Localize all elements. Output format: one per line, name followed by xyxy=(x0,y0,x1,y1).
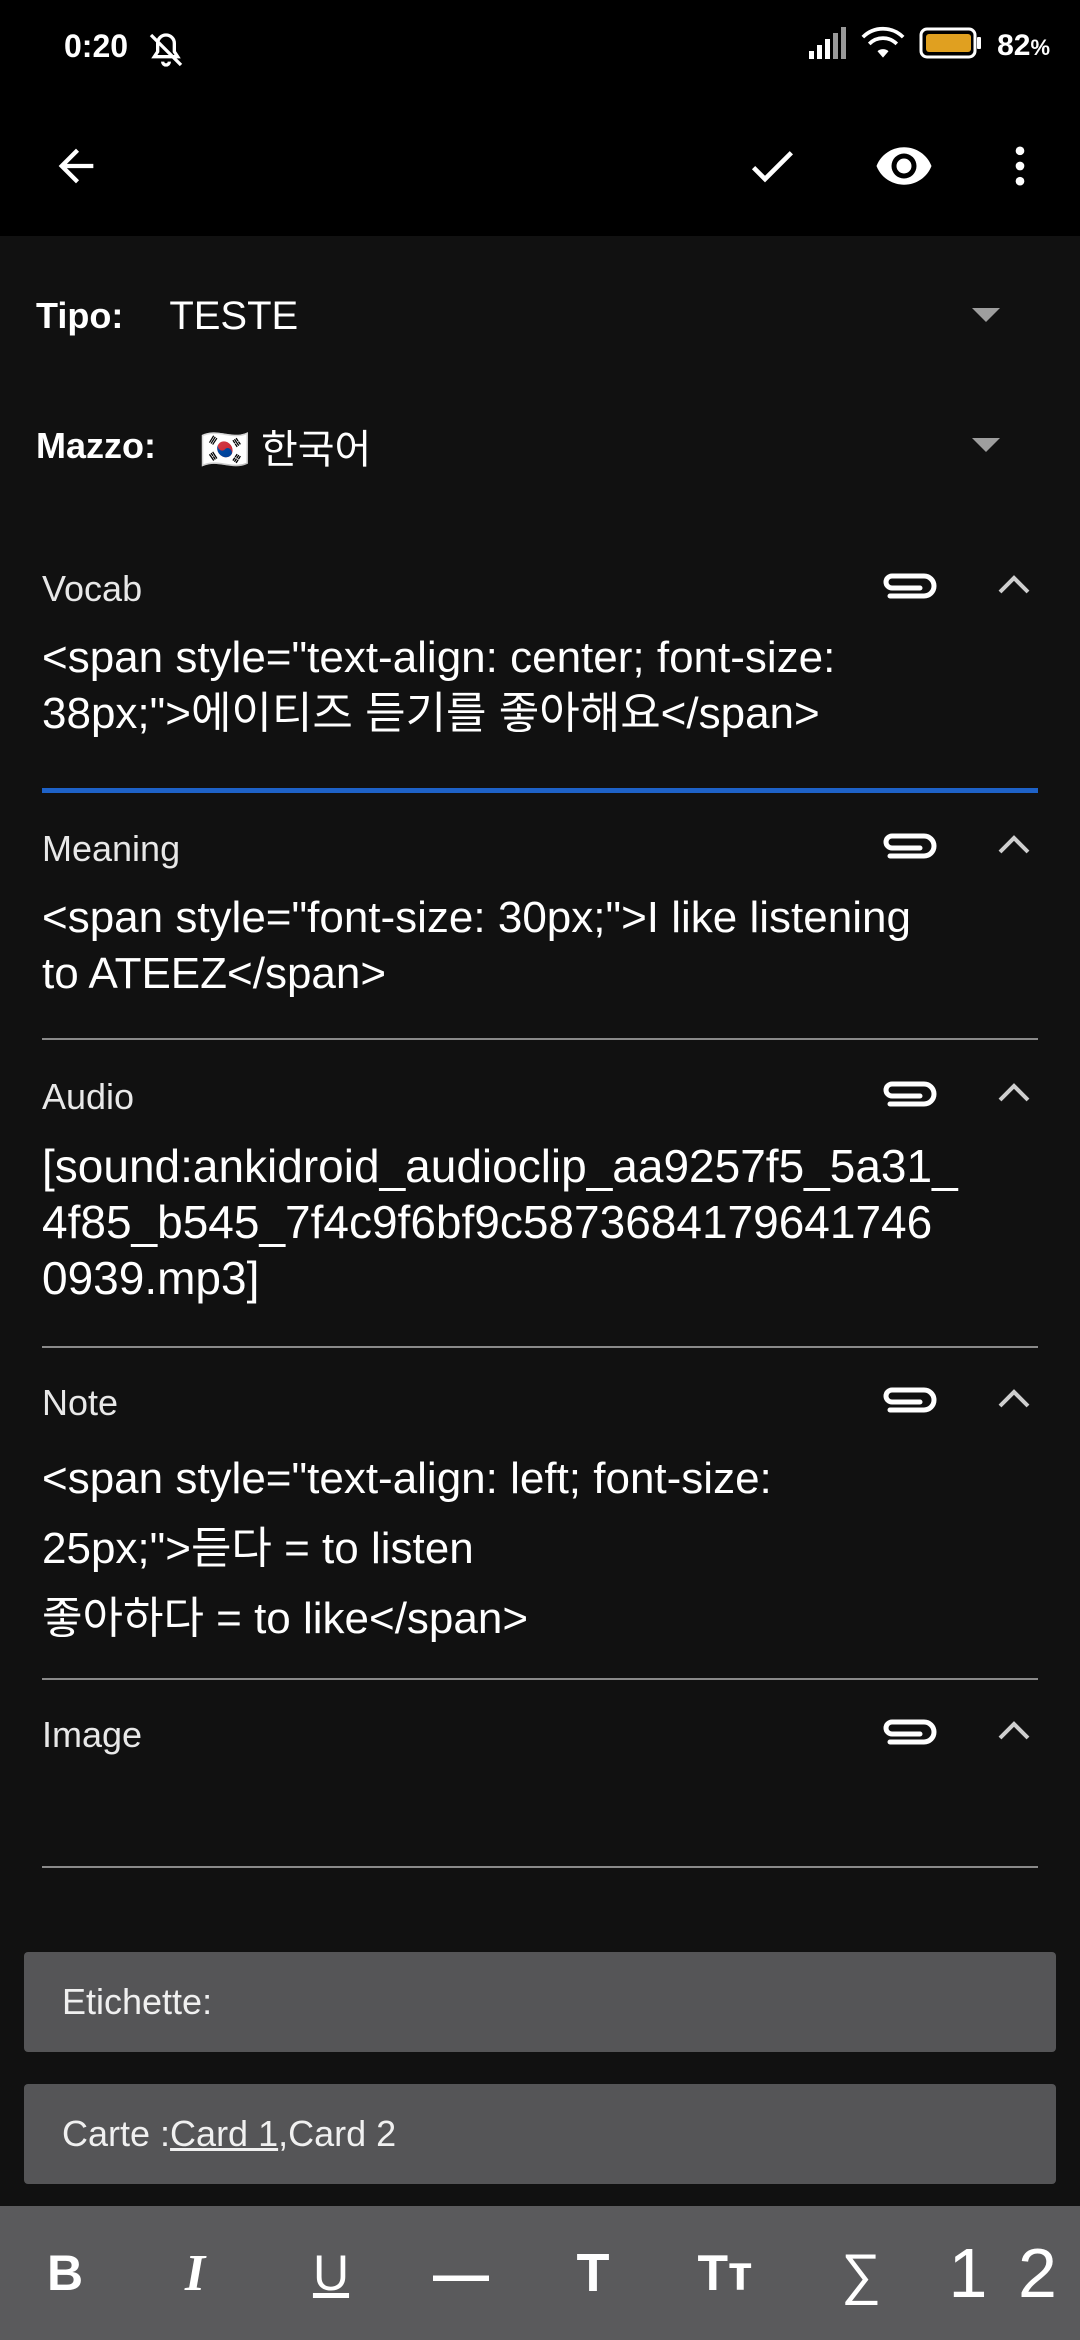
field-underline xyxy=(42,1866,1038,1868)
attach-icon[interactable] xyxy=(876,1712,938,1757)
battery-percent: 82% xyxy=(997,28,1050,62)
preview-button[interactable] xyxy=(866,130,942,206)
title-icon: T xyxy=(576,2243,610,2303)
bell-muted-icon xyxy=(146,30,186,75)
horizontal-rule-icon: — xyxy=(433,2241,489,2305)
sigma-icon: ∑ xyxy=(841,2241,881,2305)
dropdown-arrow-icon xyxy=(972,308,1000,322)
custom-1-label: 1 xyxy=(948,2234,988,2312)
battery-icon xyxy=(919,26,983,65)
field-label: Note xyxy=(42,1382,119,1423)
custom-2-label: 2 xyxy=(1018,2234,1057,2312)
bold-button[interactable]: B xyxy=(20,2206,110,2340)
field-image: Image xyxy=(42,1706,1038,1876)
field-input-image[interactable] xyxy=(42,1766,1038,1876)
korea-flag-icon: 🇰🇷 xyxy=(200,428,250,472)
dropdown-arrow-icon xyxy=(972,438,1000,452)
note-type-selector[interactable]: Tipo: TESTE xyxy=(36,276,1044,356)
italic-icon: I xyxy=(184,2244,206,2302)
note-type-label: Tipo: xyxy=(36,295,124,336)
back-button[interactable] xyxy=(38,130,114,206)
deck-selector[interactable]: Mazzo: 🇰🇷 한국어 xyxy=(36,406,1044,486)
cards-separator: , xyxy=(278,2113,289,2154)
field-label: Image xyxy=(42,1714,143,1755)
field-input-note[interactable]: <span style="text-align: left; font-size… xyxy=(42,1434,1038,1654)
title-button[interactable]: T xyxy=(548,2206,638,2340)
field-label: Audio xyxy=(42,1076,135,1117)
italic-button[interactable]: I xyxy=(150,2206,240,2340)
chevron-up-icon[interactable] xyxy=(994,1716,1034,1751)
wifi-icon xyxy=(861,26,905,65)
field-underline xyxy=(42,1346,1038,1348)
field-input-vocab[interactable]: <span style="text-align: center; font-si… xyxy=(42,620,1038,742)
custom-button-1[interactable]: 1 xyxy=(924,2206,1012,2340)
field-underline xyxy=(42,1038,1038,1040)
custom-button-2[interactable]: 2 xyxy=(1018,2206,1080,2340)
attach-icon[interactable] xyxy=(876,826,938,871)
field-note: Note <span style="text-align: left; font… xyxy=(42,1374,1038,1684)
attach-icon[interactable] xyxy=(876,1074,938,1119)
field-input-audio[interactable]: [sound:ankidroid_audioclip_aa9257f5_5a31… xyxy=(42,1128,1038,1306)
tags-label: Etichette: xyxy=(62,1981,213,2022)
field-underline xyxy=(42,1678,1038,1680)
status-icons: 82% xyxy=(807,26,1050,65)
overflow-menu-button[interactable] xyxy=(982,130,1058,206)
field-audio: Audio [sound:ankidroid_audioclip_aa9257f… xyxy=(42,1068,1038,1358)
save-button[interactable] xyxy=(734,130,810,206)
field-label: Meaning xyxy=(42,828,181,869)
chevron-up-icon[interactable] xyxy=(994,1078,1034,1113)
underline-button[interactable]: U xyxy=(286,2206,376,2340)
card-2-link[interactable]: Card 2 xyxy=(288,2113,396,2155)
attach-icon[interactable] xyxy=(876,1380,938,1425)
field-meaning: Meaning <span style="font-size: 30px;">I… xyxy=(42,820,1038,1050)
eye-icon xyxy=(874,136,934,201)
chevron-up-icon[interactable] xyxy=(994,1384,1034,1419)
toolbar xyxy=(0,100,1080,236)
status-bar: 0:20 82% xyxy=(0,0,1080,100)
deck-value: 🇰🇷 한국어 xyxy=(200,428,372,472)
cards-button[interactable]: Carte : Card 1 , Card 2 xyxy=(24,2084,1056,2184)
more-vert-icon xyxy=(994,140,1046,197)
field-vocab: Vocab <span style="text-align: center; f… xyxy=(42,560,1038,800)
chevron-up-icon[interactable] xyxy=(994,570,1034,605)
field-input-meaning[interactable]: <span style="font-size: 30px;">I like li… xyxy=(42,880,1038,1002)
deck-label: Mazzo: xyxy=(36,425,156,466)
mathjax-button[interactable]: ∑ xyxy=(816,2206,906,2340)
formatting-toolbar: B I U — T Tт ∑ 1 2 xyxy=(0,2206,1080,2340)
arrow-left-icon xyxy=(50,140,102,197)
check-icon xyxy=(744,138,800,199)
card-1-link[interactable]: Card 1 xyxy=(170,2113,278,2155)
status-time: 0:20 xyxy=(64,28,129,64)
underline-icon: U xyxy=(312,2245,350,2301)
field-label: Vocab xyxy=(42,568,143,609)
note-type-value: TESTE xyxy=(169,293,299,338)
horizontal-rule-button[interactable]: — xyxy=(416,2206,506,2340)
field-underline xyxy=(42,788,1038,793)
tags-button[interactable]: Etichette: xyxy=(24,1952,1056,2052)
attach-icon[interactable] xyxy=(876,566,938,611)
signal-icon xyxy=(807,27,847,64)
bold-icon: B xyxy=(46,2245,84,2301)
cards-prefix: Carte : xyxy=(62,2113,171,2154)
chevron-up-icon[interactable] xyxy=(994,830,1034,865)
font-size-icon: Tт xyxy=(697,2245,753,2301)
font-size-button[interactable]: Tт xyxy=(680,2206,770,2340)
